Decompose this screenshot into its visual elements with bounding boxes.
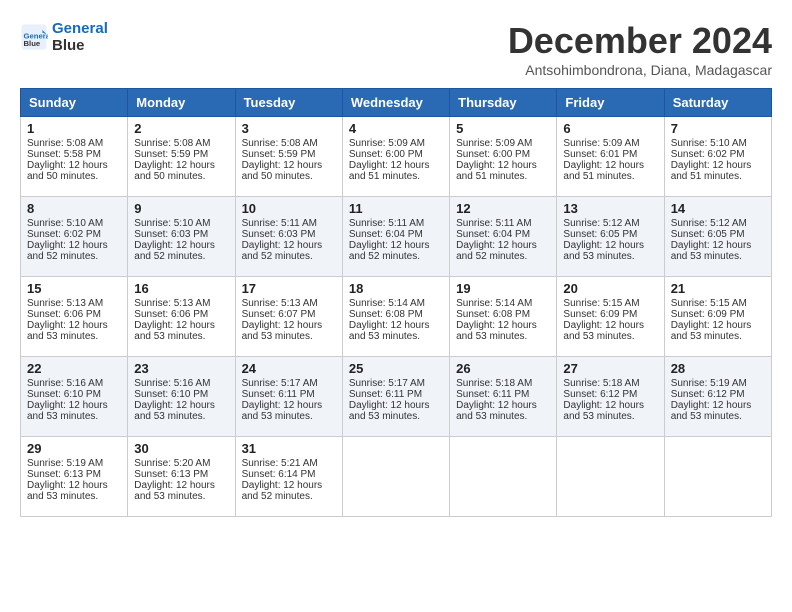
header-saturday: Saturday — [664, 89, 771, 117]
calendar-row-2: 8 Sunrise: 5:10 AM Sunset: 6:02 PM Dayli… — [21, 197, 772, 277]
table-row: 12 Sunrise: 5:11 AM Sunset: 6:04 PM Dayl… — [450, 197, 557, 277]
table-row: 15 Sunrise: 5:13 AM Sunset: 6:06 PM Dayl… — [21, 277, 128, 357]
empty-cell — [664, 437, 771, 517]
table-row: 19 Sunrise: 5:14 AM Sunset: 6:08 PM Dayl… — [450, 277, 557, 357]
header-sunday: Sunday — [21, 89, 128, 117]
table-row: 16 Sunrise: 5:13 AM Sunset: 6:06 PM Dayl… — [128, 277, 235, 357]
table-row: 14 Sunrise: 5:12 AM Sunset: 6:05 PM Dayl… — [664, 197, 771, 277]
calendar-row-3: 15 Sunrise: 5:13 AM Sunset: 6:06 PM Dayl… — [21, 277, 772, 357]
svg-text:Blue: Blue — [24, 39, 41, 48]
table-row: 27 Sunrise: 5:18 AM Sunset: 6:12 PM Dayl… — [557, 357, 664, 437]
header-friday: Friday — [557, 89, 664, 117]
calendar-table: Sunday Monday Tuesday Wednesday Thursday… — [20, 88, 772, 517]
logo-icon: General Blue — [20, 23, 48, 51]
table-row: 25 Sunrise: 5:17 AM Sunset: 6:11 PM Dayl… — [342, 357, 449, 437]
table-row: 17 Sunrise: 5:13 AM Sunset: 6:07 PM Dayl… — [235, 277, 342, 357]
empty-cell — [557, 437, 664, 517]
title-area: December 2024 Antsohimbondrona, Diana, M… — [508, 20, 772, 78]
table-row: 11 Sunrise: 5:11 AM Sunset: 6:04 PM Dayl… — [342, 197, 449, 277]
empty-cell — [450, 437, 557, 517]
table-row: 1 Sunrise: 5:08 AM Sunset: 5:58 PM Dayli… — [21, 117, 128, 197]
header: General Blue General Blue December 2024 … — [20, 20, 772, 78]
month-title: December 2024 — [508, 20, 772, 62]
calendar-row-1: 1 Sunrise: 5:08 AM Sunset: 5:58 PM Dayli… — [21, 117, 772, 197]
logo-line1: General — [52, 20, 108, 37]
table-row: 9 Sunrise: 5:10 AM Sunset: 6:03 PM Dayli… — [128, 197, 235, 277]
table-row: 20 Sunrise: 5:15 AM Sunset: 6:09 PM Dayl… — [557, 277, 664, 357]
table-row: 13 Sunrise: 5:12 AM Sunset: 6:05 PM Dayl… — [557, 197, 664, 277]
calendar-row-5: 29 Sunrise: 5:19 AM Sunset: 6:13 PM Dayl… — [21, 437, 772, 517]
header-tuesday: Tuesday — [235, 89, 342, 117]
table-row: 10 Sunrise: 5:11 AM Sunset: 6:03 PM Dayl… — [235, 197, 342, 277]
table-row: 21 Sunrise: 5:15 AM Sunset: 6:09 PM Dayl… — [664, 277, 771, 357]
table-row: 29 Sunrise: 5:19 AM Sunset: 6:13 PM Dayl… — [21, 437, 128, 517]
logo-line2: Blue — [52, 37, 108, 54]
table-row: 30 Sunrise: 5:20 AM Sunset: 6:13 PM Dayl… — [128, 437, 235, 517]
table-row: 18 Sunrise: 5:14 AM Sunset: 6:08 PM Dayl… — [342, 277, 449, 357]
logo: General Blue General Blue — [20, 20, 108, 54]
calendar-row-4: 22 Sunrise: 5:16 AM Sunset: 6:10 PM Dayl… — [21, 357, 772, 437]
empty-cell — [342, 437, 449, 517]
table-row: 8 Sunrise: 5:10 AM Sunset: 6:02 PM Dayli… — [21, 197, 128, 277]
table-row: 22 Sunrise: 5:16 AM Sunset: 6:10 PM Dayl… — [21, 357, 128, 437]
table-row: 28 Sunrise: 5:19 AM Sunset: 6:12 PM Dayl… — [664, 357, 771, 437]
table-row: 26 Sunrise: 5:18 AM Sunset: 6:11 PM Dayl… — [450, 357, 557, 437]
table-row: 23 Sunrise: 5:16 AM Sunset: 6:10 PM Dayl… — [128, 357, 235, 437]
header-row: Sunday Monday Tuesday Wednesday Thursday… — [21, 89, 772, 117]
header-thursday: Thursday — [450, 89, 557, 117]
table-row: 7 Sunrise: 5:10 AM Sunset: 6:02 PM Dayli… — [664, 117, 771, 197]
table-row: 24 Sunrise: 5:17 AM Sunset: 6:11 PM Dayl… — [235, 357, 342, 437]
table-row: 2 Sunrise: 5:08 AM Sunset: 5:59 PM Dayli… — [128, 117, 235, 197]
subtitle: Antsohimbondrona, Diana, Madagascar — [508, 62, 772, 78]
header-wednesday: Wednesday — [342, 89, 449, 117]
header-monday: Monday — [128, 89, 235, 117]
table-row: 31 Sunrise: 5:21 AM Sunset: 6:14 PM Dayl… — [235, 437, 342, 517]
table-row: 6 Sunrise: 5:09 AM Sunset: 6:01 PM Dayli… — [557, 117, 664, 197]
table-row: 3 Sunrise: 5:08 AM Sunset: 5:59 PM Dayli… — [235, 117, 342, 197]
table-row: 5 Sunrise: 5:09 AM Sunset: 6:00 PM Dayli… — [450, 117, 557, 197]
table-row: 4 Sunrise: 5:09 AM Sunset: 6:00 PM Dayli… — [342, 117, 449, 197]
